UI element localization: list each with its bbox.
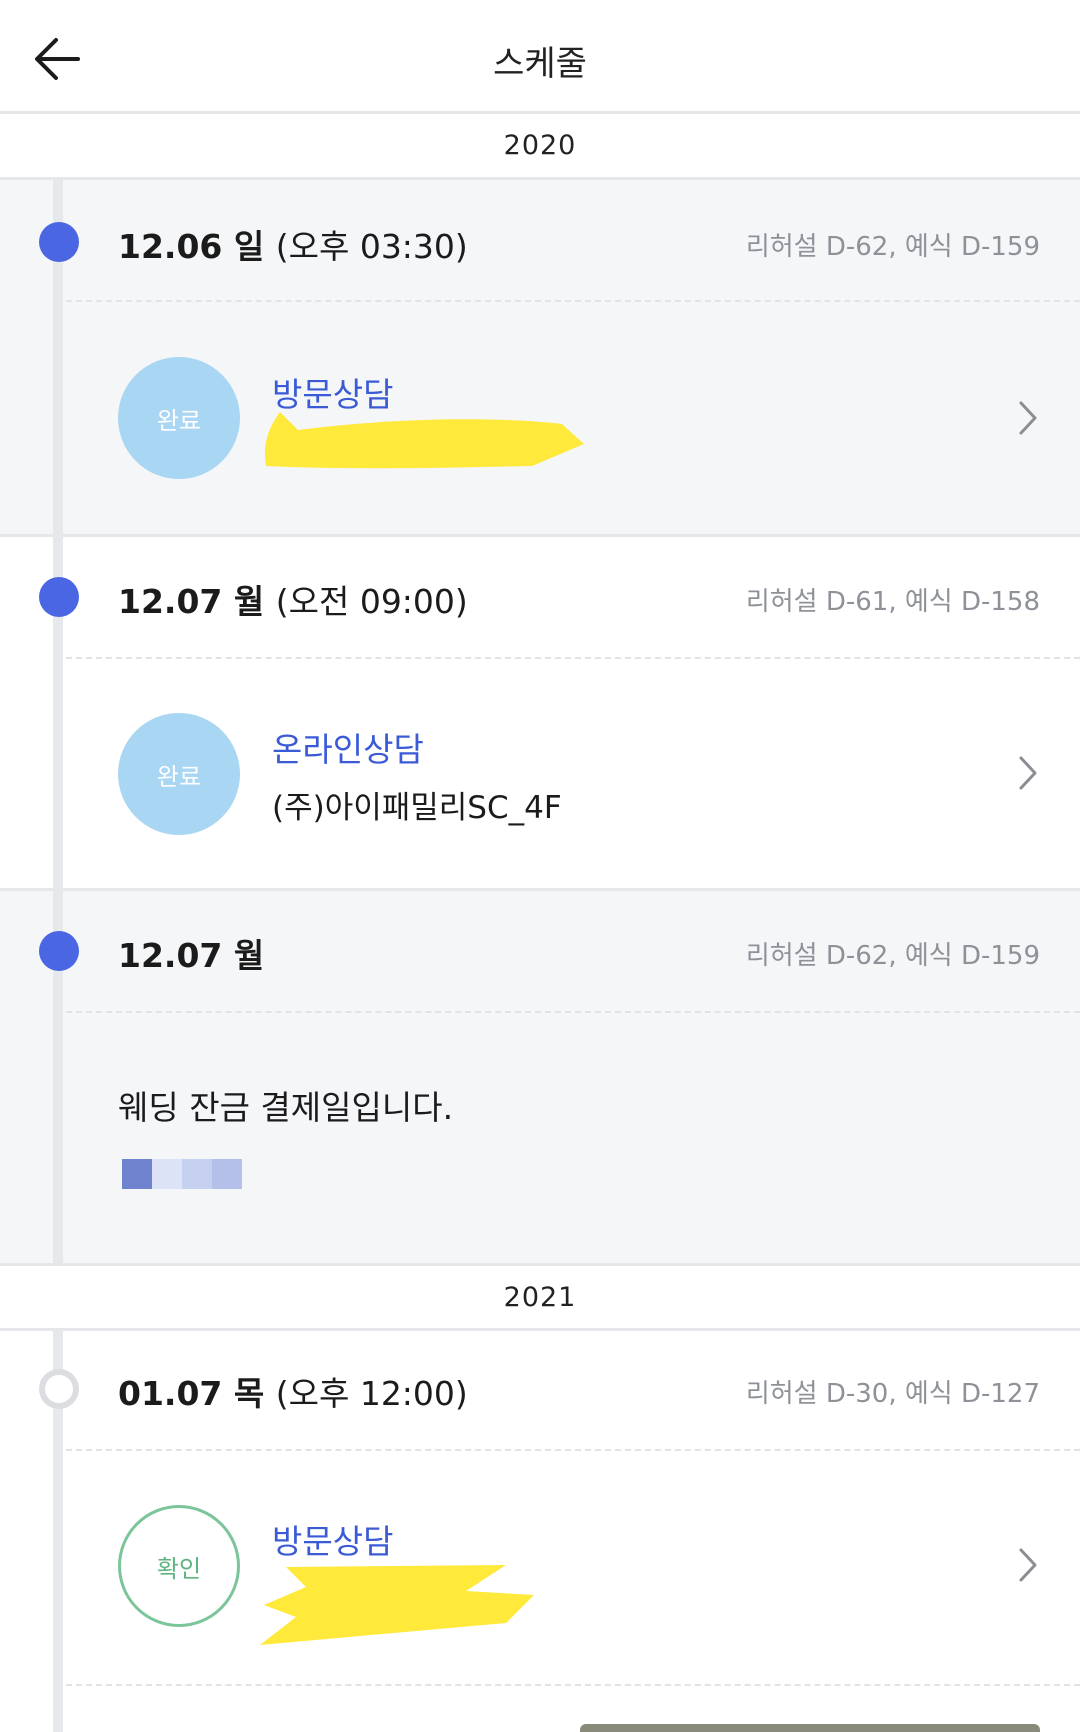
date-label: 01.07 목 [118, 1374, 265, 1413]
year-divider-2020: 2020 [0, 114, 1080, 180]
chevron-right-icon[interactable] [1012, 1545, 1042, 1585]
timeline-dot [39, 222, 79, 262]
date-label: 12.07 월 [118, 936, 265, 975]
chevron-right-icon[interactable] [1012, 398, 1042, 438]
dashed-divider [66, 1449, 1080, 1451]
dday-label: 리허설 D-30, 예식 D-127 [745, 1379, 1040, 1409]
schedule-note: 웨딩 잔금 결제일입니다. [118, 1088, 454, 1127]
date-label: 12.06 일 [118, 227, 265, 266]
dashed-divider [66, 1684, 1080, 1686]
time-label: (오후 12:00) [275, 1374, 468, 1413]
year-divider-2021: 2021 [0, 1263, 1080, 1331]
dday-label: 리허설 D-62, 예식 D-159 [745, 232, 1040, 262]
schedule-date: 12.07 월 (오전 09:00) [118, 575, 468, 623]
schedule-item[interactable]: 01.07 목 (오후 12:00) 리허설 D-30, 예식 D-127 확인… [0, 1331, 1080, 1732]
schedule-item: 12.07 월 리허설 D-62, 예식 D-159 웨딩 잔금 결제일입니다. [0, 891, 1080, 1263]
status-badge-confirm: 확인 [118, 1505, 240, 1627]
timeline-dot [39, 577, 79, 617]
time-label: (오후 03:30) [275, 227, 468, 266]
date-label: 12.07 월 [118, 582, 265, 621]
redaction-mark [262, 408, 602, 482]
dday-label: 리허설 D-62, 예식 D-159 [745, 941, 1040, 971]
schedule-date: 01.07 목 (오후 12:00) [118, 1367, 468, 1415]
schedule-item[interactable]: 12.07 월 (오전 09:00) 리허설 D-61, 예식 D-158 완료… [0, 537, 1080, 891]
schedule-title: 온라인상담 [272, 730, 424, 769]
schedule-place: (주)아이패밀리SC_4F [272, 790, 562, 826]
time-label: (오전 09:00) [275, 582, 468, 621]
dday-label: 리허설 D-61, 예식 D-158 [745, 587, 1040, 617]
dashed-divider [66, 1011, 1080, 1013]
schedule-date: 12.06 일 (오후 03:30) [118, 220, 468, 268]
next-item-thumbnail [580, 1724, 1040, 1732]
status-badge-done: 완료 [118, 357, 240, 479]
blurred-color-swatches [122, 1159, 242, 1189]
dashed-divider [66, 657, 1080, 659]
timeline-dot [39, 931, 79, 971]
dashed-divider [66, 300, 1080, 302]
chevron-right-icon[interactable] [1012, 753, 1042, 793]
schedule-item[interactable]: 12.06 일 (오후 03:30) 리허설 D-62, 예식 D-159 완료… [0, 180, 1080, 537]
timeline-dot-upcoming [39, 1369, 79, 1409]
schedule-date: 12.07 월 [118, 929, 264, 977]
status-badge-done: 완료 [118, 713, 240, 835]
app-header: 스케줄 [0, 0, 1080, 114]
schedule-title: 방문상담 [272, 1522, 394, 1561]
page-title: 스케줄 [493, 44, 587, 84]
redaction-mark [256, 1561, 536, 1655]
